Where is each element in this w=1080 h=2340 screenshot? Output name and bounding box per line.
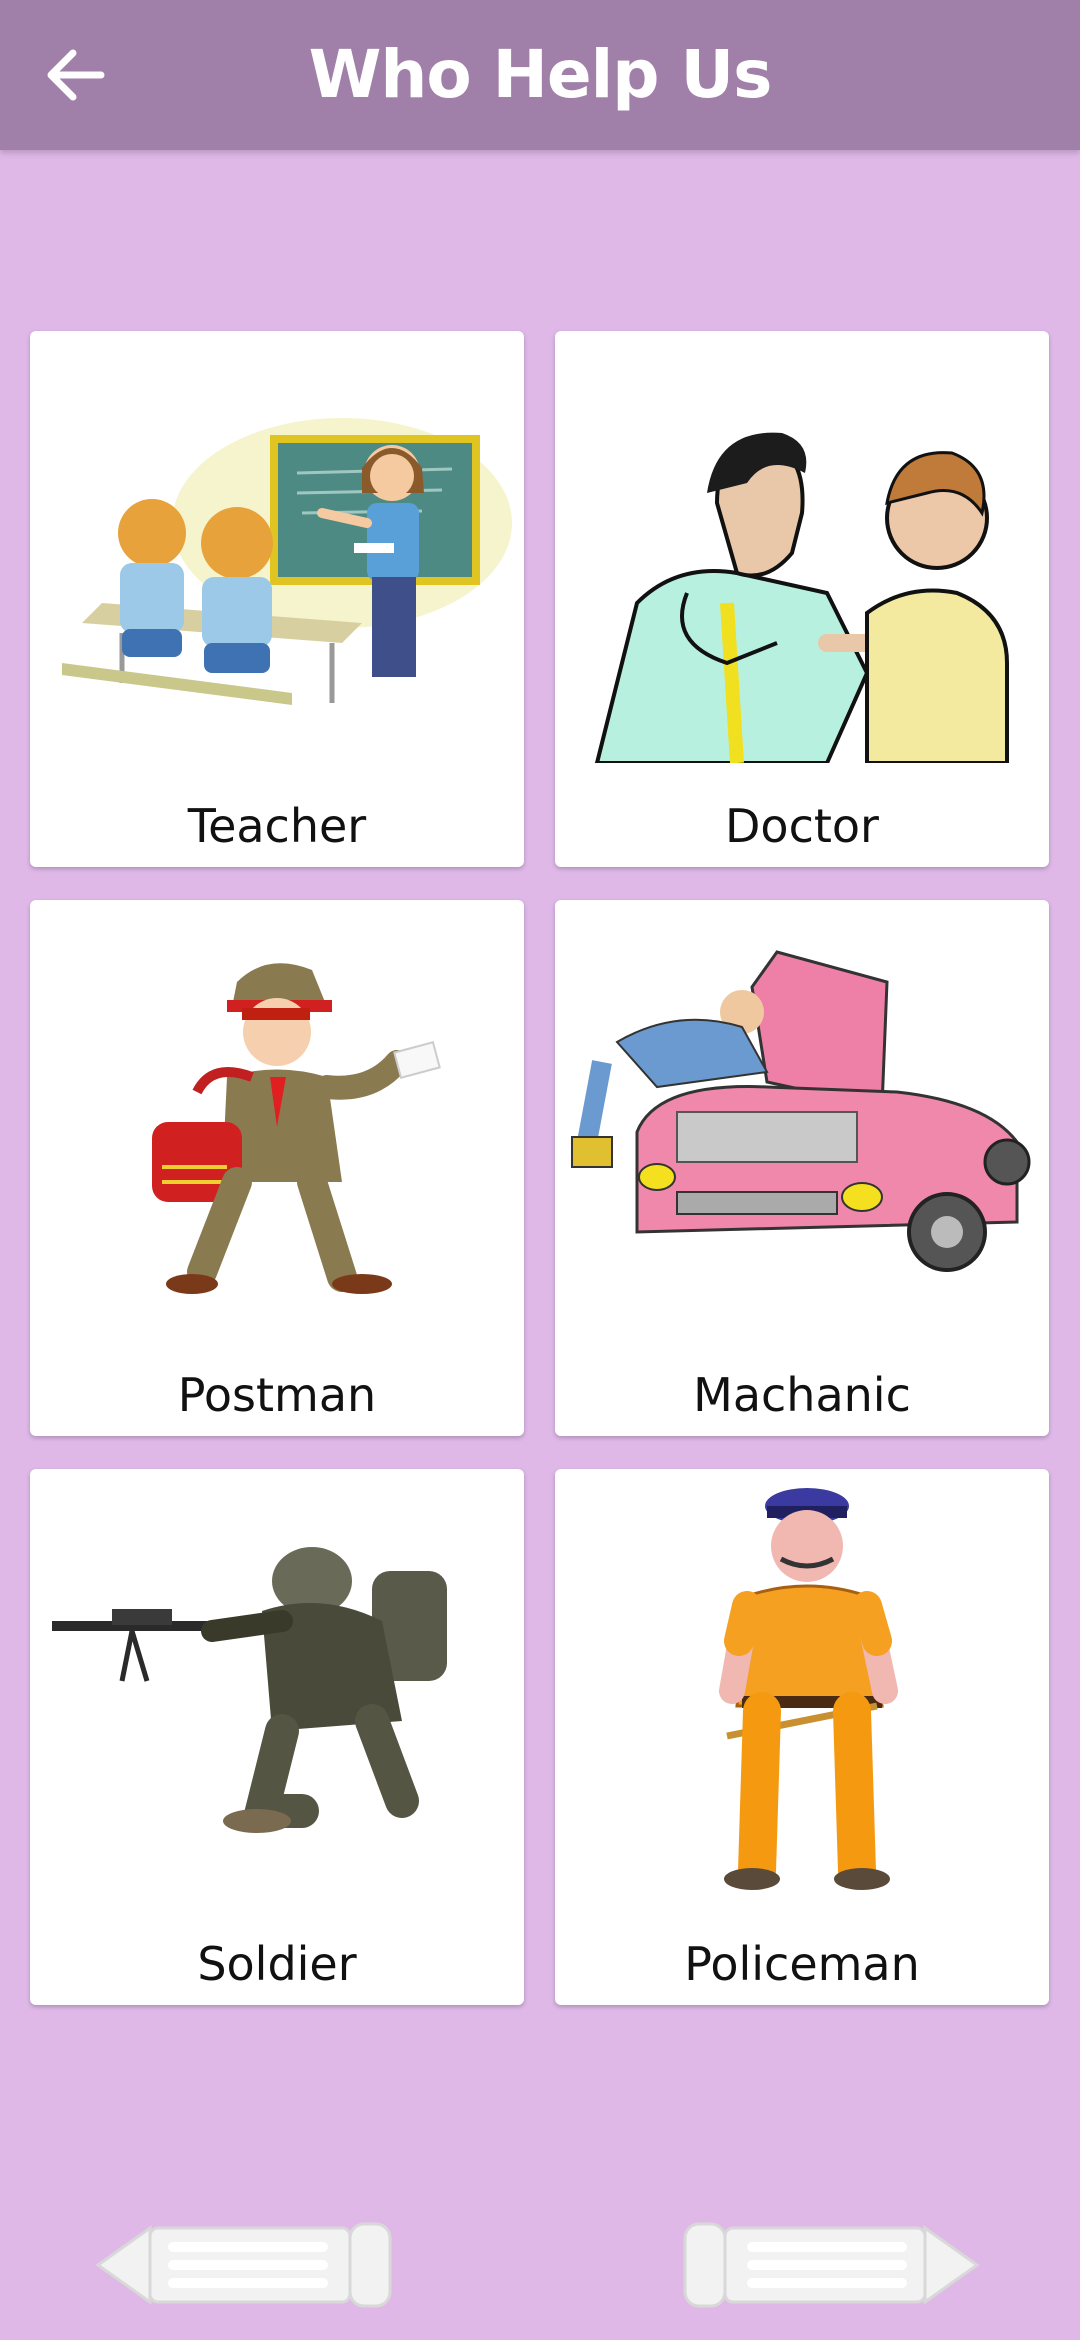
- previous-button[interactable]: [90, 2210, 410, 2320]
- card-postman[interactable]: Postman: [30, 900, 524, 1436]
- doctor-illustration: [594, 432, 1009, 763]
- card-soldier[interactable]: Soldier: [30, 1469, 524, 2005]
- arrow-left-icon: [47, 49, 105, 101]
- card-label: Soldier: [197, 1937, 357, 1991]
- mechanic-illustration: [571, 950, 1031, 1272]
- back-button[interactable]: [36, 36, 114, 114]
- pencil-arrow-left-icon: [95, 2222, 392, 2308]
- teacher-illustration: [62, 418, 512, 705]
- next-button[interactable]: [665, 2210, 985, 2320]
- card-policeman[interactable]: Policeman: [555, 1469, 1049, 2005]
- postman-illustration: [152, 963, 441, 1294]
- page-title: Who Help Us: [308, 36, 773, 113]
- card-label: Policeman: [684, 1937, 920, 1991]
- app-bar: Who Help Us: [0, 0, 1080, 150]
- card-label: Postman: [177, 1368, 377, 1422]
- card-mechanic[interactable]: Machanic: [555, 900, 1049, 1436]
- pencil-arrow-right-icon: [683, 2222, 980, 2308]
- policeman-illustration: [719, 1488, 898, 1890]
- card-doctor[interactable]: Doctor: [555, 331, 1049, 867]
- soldier-illustration: [52, 1547, 447, 1833]
- card-label: Machanic: [693, 1368, 911, 1422]
- card-label: Doctor: [725, 799, 879, 853]
- card-teacher[interactable]: Teacher: [30, 331, 524, 867]
- card-label: Teacher: [187, 799, 367, 853]
